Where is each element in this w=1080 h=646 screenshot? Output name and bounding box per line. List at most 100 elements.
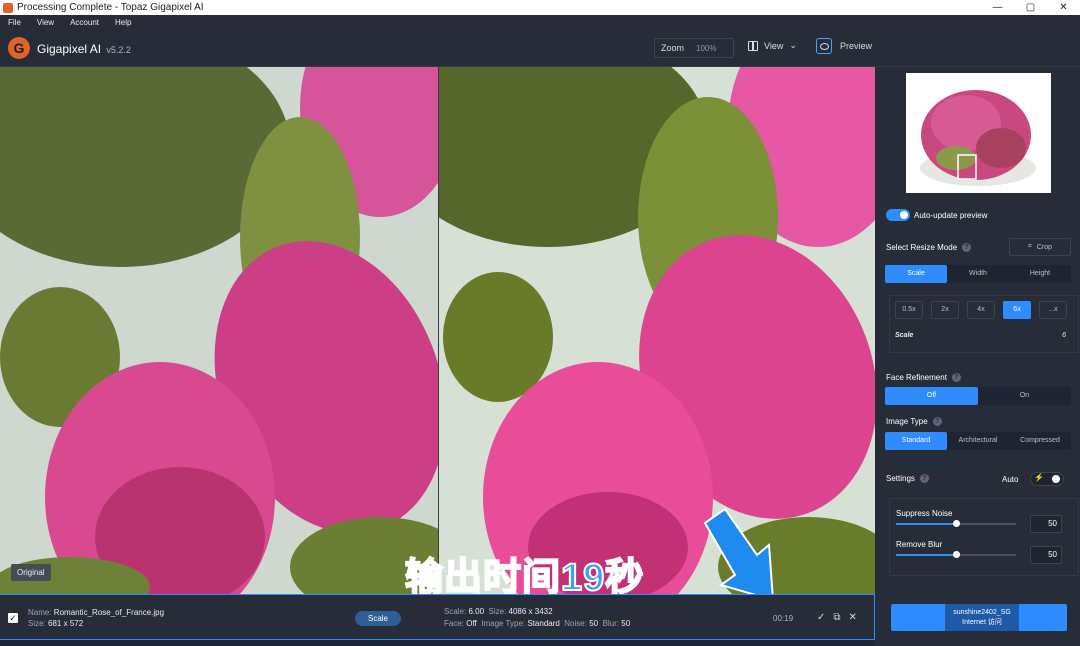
maximize-button[interactable]: ▢	[1014, 0, 1047, 15]
arrow-overlay-icon	[703, 507, 775, 602]
queue-item[interactable]: ✓ Name: Romantic_Rose_of_France.jpg Size…	[0, 594, 875, 640]
slider-handle[interactable]	[953, 520, 960, 527]
tab-height[interactable]: Height	[1009, 265, 1071, 283]
auto-update-toggle[interactable]	[886, 209, 910, 221]
preview-label: Preview	[840, 41, 873, 51]
scale-chip-0-5x[interactable]: 0.5x	[895, 301, 923, 319]
resize-mode-tabs: Scale Width Height	[885, 265, 1071, 283]
menu-help[interactable]: Help	[107, 18, 139, 27]
scale-field-label: Scale	[895, 332, 914, 339]
name-label: Name:	[28, 608, 52, 617]
app-icon	[3, 2, 13, 13]
window-title: Processing Complete - Topaz Gigapixel AI	[17, 2, 204, 13]
zoom-value: 100%	[696, 43, 717, 53]
overlay-caption: 输出时间19秒	[404, 556, 645, 600]
menu-account[interactable]: Account	[62, 18, 107, 27]
suppress-noise-input[interactable]: 50	[1030, 515, 1062, 533]
source-size: Size: 681 x 572	[28, 619, 83, 628]
remove-icon[interactable]: ✕	[849, 612, 857, 623]
image-type-tabs: Standard Architectural Compressed	[885, 432, 1071, 450]
menu-view[interactable]: View	[29, 18, 62, 27]
source-name: Name: Romantic_Rose_of_France.jpg	[28, 608, 164, 617]
source-size-value: 681 x 572	[48, 619, 84, 628]
tab-scale[interactable]: Scale	[885, 265, 947, 283]
remove-blur-input[interactable]: 50	[1030, 546, 1062, 564]
app-name-text: Gigapixel AI	[37, 42, 102, 56]
tab-width[interactable]: Width	[947, 265, 1009, 283]
navigator-thumbnail[interactable]	[906, 73, 1051, 193]
zoom-control[interactable]: Zoom 100%	[654, 38, 734, 58]
resize-mode-title: Select Resize Mode ?	[886, 243, 972, 252]
settings-label: Settings	[886, 474, 915, 483]
suppress-noise-label: Suppress Noise	[896, 509, 953, 518]
scale-chip-6x[interactable]: 6x	[1003, 301, 1031, 319]
slider-fill	[896, 554, 956, 556]
elapsed-time: 00:19	[773, 614, 794, 623]
help-icon[interactable]: ?	[951, 373, 961, 382]
scale-pill: Scale	[355, 611, 401, 626]
check-icon[interactable]: ✓	[817, 612, 825, 623]
menu-file[interactable]: File	[0, 18, 29, 27]
app-window: Processing Complete - Topaz Gigapixel AI…	[0, 0, 1080, 646]
title-bar: Processing Complete - Topaz Gigapixel AI…	[0, 0, 1080, 15]
blur-value: 50	[621, 619, 631, 628]
scale-label: Scale:	[444, 607, 467, 616]
out-size-value: 4086 x 3432	[508, 607, 553, 616]
image-type-value: Standard	[527, 619, 560, 628]
slider-fill	[896, 523, 956, 525]
right-panel: Auto-update preview Select Resize Mode ?…	[875, 67, 1080, 646]
menu-bar: File View Account Help	[0, 15, 1080, 30]
chevron-down-icon: ⌄	[789, 40, 797, 50]
help-icon[interactable]: ?	[932, 417, 942, 426]
thumbnail-image	[906, 73, 1051, 193]
watermark-overlay: sunshine2402_SG Internet 访问	[945, 604, 1019, 631]
type-compressed[interactable]: Compressed	[1009, 432, 1071, 450]
slider-handle[interactable]	[953, 551, 960, 558]
image-type-label: Image Type:	[481, 619, 526, 628]
scale-value: 6.00	[468, 607, 485, 616]
app-name: Gigapixel AI v5.2.2	[37, 42, 131, 56]
type-standard[interactable]: Standard	[885, 432, 947, 450]
remove-blur-slider[interactable]	[896, 551, 1016, 558]
output-scale: Scale: 6.00 Size: 4086 x 3432	[444, 607, 553, 616]
crop-button[interactable]: ⌗ Crop	[1009, 238, 1071, 256]
zoom-label: Zoom	[661, 43, 685, 53]
view-button[interactable]: View ⌄	[748, 40, 797, 51]
suppress-noise-slider[interactable]	[896, 520, 1016, 527]
auto-label: Auto	[1002, 475, 1019, 484]
noise-value: 50	[589, 619, 599, 628]
preview-pane	[438, 67, 875, 594]
minimize-button[interactable]: —	[981, 0, 1014, 15]
scale-chip-2x[interactable]: 2x	[931, 301, 959, 319]
crop-icon: ⌗	[1027, 243, 1032, 250]
auto-update-row: Auto-update preview	[886, 209, 987, 221]
settings-sliders: Suppress Noise 50 Remove Blur 50	[889, 498, 1079, 576]
face-refinement-tabs: Off On	[885, 387, 1071, 405]
noise-label: Noise:	[564, 619, 587, 628]
face-refinement-title: Face Refinement ?	[886, 373, 961, 382]
scale-chip-custom[interactable]: ...x	[1039, 301, 1067, 319]
image-type-section-label: Image Type	[886, 417, 928, 426]
face-value: Off	[466, 619, 477, 628]
app-header: G Gigapixel AI v5.2.2 Zoom 100% View ⌄ P…	[0, 30, 1080, 67]
bolt-icon: ⚡	[1034, 473, 1044, 482]
preview-button[interactable]: Preview	[816, 38, 872, 54]
compare-divider[interactable]	[438, 67, 439, 594]
help-icon[interactable]: ?	[962, 243, 972, 252]
split-view-icon	[748, 40, 758, 51]
face-off-option[interactable]: Off	[885, 387, 978, 405]
select-checkbox[interactable]: ✓	[8, 613, 18, 623]
size-label: Size:	[28, 619, 46, 628]
save-button[interactable]: sunshine2402_SG Internet 访问	[891, 604, 1067, 631]
help-icon[interactable]: ?	[919, 474, 929, 483]
face-on-option[interactable]: On	[978, 387, 1071, 405]
close-window-button[interactable]: ✕	[1047, 0, 1080, 15]
scale-field-value[interactable]: 6	[1062, 332, 1066, 339]
scale-chip-4x[interactable]: 4x	[967, 301, 995, 319]
type-architectural[interactable]: Architectural	[947, 432, 1009, 450]
gigapixel-logo-icon: G	[8, 37, 30, 59]
remove-blur-label: Remove Blur	[896, 540, 943, 549]
preview-image	[438, 67, 875, 594]
open-external-icon[interactable]: ⧉	[833, 612, 840, 623]
crop-label: Crop	[1036, 243, 1053, 251]
